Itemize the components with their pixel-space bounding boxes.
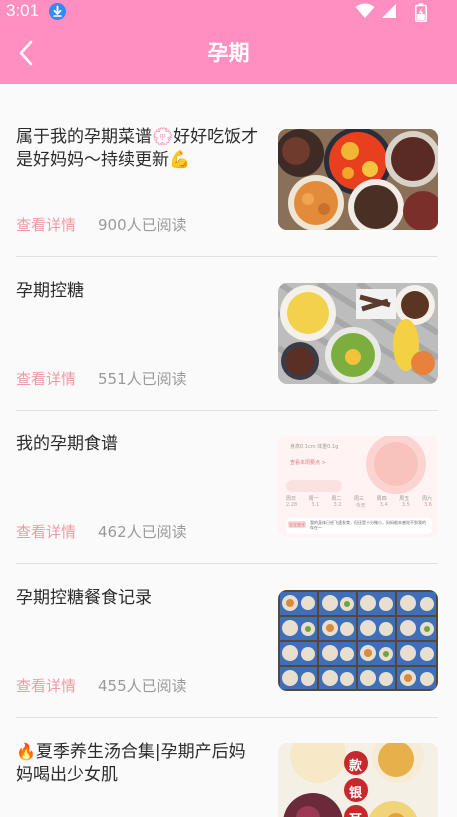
- article-thumbnail: 身高0.1cm 体重0.1g 查看本周要点 > 周日 周一 周二 周三 周四 周…: [278, 436, 438, 537]
- thumb-day: 周五: [399, 496, 410, 502]
- thumb-size-text: 身高0.1cm 体重0.1g: [290, 444, 339, 450]
- thumb-char: 耳: [349, 809, 362, 817]
- thumb-date: 3.1: [311, 502, 320, 508]
- article-item[interactable]: 属于我的孕期菜谱💮好好吃饭才是好妈妈～持续更新💪 查看详情 900人已阅读: [16, 84, 438, 237]
- article-title-text: 夏季养生汤合集|孕期产后妈妈喝出少女肌: [16, 742, 246, 785]
- thumb-note: 我的身体已经飞速发育，但还是十分微小，妈妈根本感觉不到我的存在～: [310, 520, 426, 530]
- thumb-week-button: 查看本周要点 >: [290, 460, 326, 466]
- thumb-day: 周一: [308, 496, 319, 502]
- article-item[interactable]: 我的孕期食谱 查看详情 462人已阅读 身高0.1cm 体重0.1g 查看本周要…: [16, 391, 438, 544]
- article-title: 属于我的孕期菜谱💮好好吃饭才是好妈妈～持续更新💪: [16, 127, 259, 170]
- view-details-link[interactable]: 查看详情: [16, 675, 76, 696]
- battery-icon: [415, 3, 427, 26]
- system-icons: [347, 3, 427, 23]
- article-item[interactable]: 孕期控糖 查看详情 551人已阅读: [16, 238, 438, 391]
- thumb-date: 3.6: [424, 502, 432, 508]
- read-count: 455人已阅读: [98, 677, 187, 695]
- thumb-note-tag: 宝宝变化: [289, 522, 305, 527]
- view-details-link[interactable]: 查看详情: [16, 214, 76, 235]
- thumb-char: 银: [349, 786, 363, 801]
- read-count: 551人已阅读: [98, 370, 187, 388]
- thumb-date: 2.28: [286, 502, 298, 508]
- thumb-week-dates: 2.28 3.1 3.2 今天 3.4 3.5 3.6: [286, 502, 432, 509]
- article-title: 我的孕期食谱: [16, 434, 118, 454]
- thumb-day: 周二: [331, 496, 342, 502]
- article-item[interactable]: 孕期控糖餐食记录 查看详情 455人已阅读: [16, 545, 438, 698]
- thumb-week-days: 周日 周一 周二 周三 周四 周五 周六: [286, 495, 432, 502]
- app-header: 3:01 孕期: [0, 0, 457, 84]
- thumb-day: 周三: [353, 496, 364, 502]
- thumb-char: 款: [349, 759, 363, 774]
- article-title: 孕期控糖餐食记录: [16, 588, 152, 608]
- article-thumbnail: [278, 283, 438, 384]
- thumb-day: 周日: [286, 496, 297, 502]
- signal-icon: [381, 3, 397, 23]
- page-title: 孕期: [207, 41, 250, 65]
- article-thumbnail: [278, 590, 438, 691]
- article-title: 孕期控糖: [16, 281, 84, 301]
- thumb-date: 3.4: [379, 502, 388, 508]
- thumb-date: 今天: [355, 503, 366, 509]
- article-thumbnail: 款 银 耳: [278, 743, 438, 817]
- article-title: 🔥夏季养生汤合集|孕期产后妈妈喝出少女肌: [16, 740, 261, 787]
- read-count: 462人已阅读: [98, 523, 187, 541]
- article-thumbnail: [278, 129, 438, 230]
- article-item[interactable]: 🔥夏季养生汤合集|孕期产后妈妈喝出少女肌 款 银 耳: [16, 698, 438, 817]
- read-count: 900人已阅读: [98, 216, 187, 234]
- thumb-date: 3.5: [401, 502, 410, 508]
- status-time: 3:01: [6, 1, 40, 20]
- download-notification-icon: [49, 3, 66, 20]
- view-details-link[interactable]: 查看详情: [16, 521, 76, 542]
- thumb-date: 3.2: [333, 502, 342, 508]
- article-list[interactable]: 属于我的孕期菜谱💮好好吃饭才是好妈妈～持续更新💪 查看详情 900人已阅读 孕期…: [0, 84, 457, 817]
- view-details-link[interactable]: 查看详情: [16, 368, 76, 389]
- fire-icon: 🔥: [16, 742, 36, 761]
- status-bar: 3:01: [0, 0, 457, 24]
- thumb-day: 周四: [376, 496, 387, 502]
- thumb-day: 周六: [421, 496, 432, 502]
- wifi-icon: [355, 3, 375, 23]
